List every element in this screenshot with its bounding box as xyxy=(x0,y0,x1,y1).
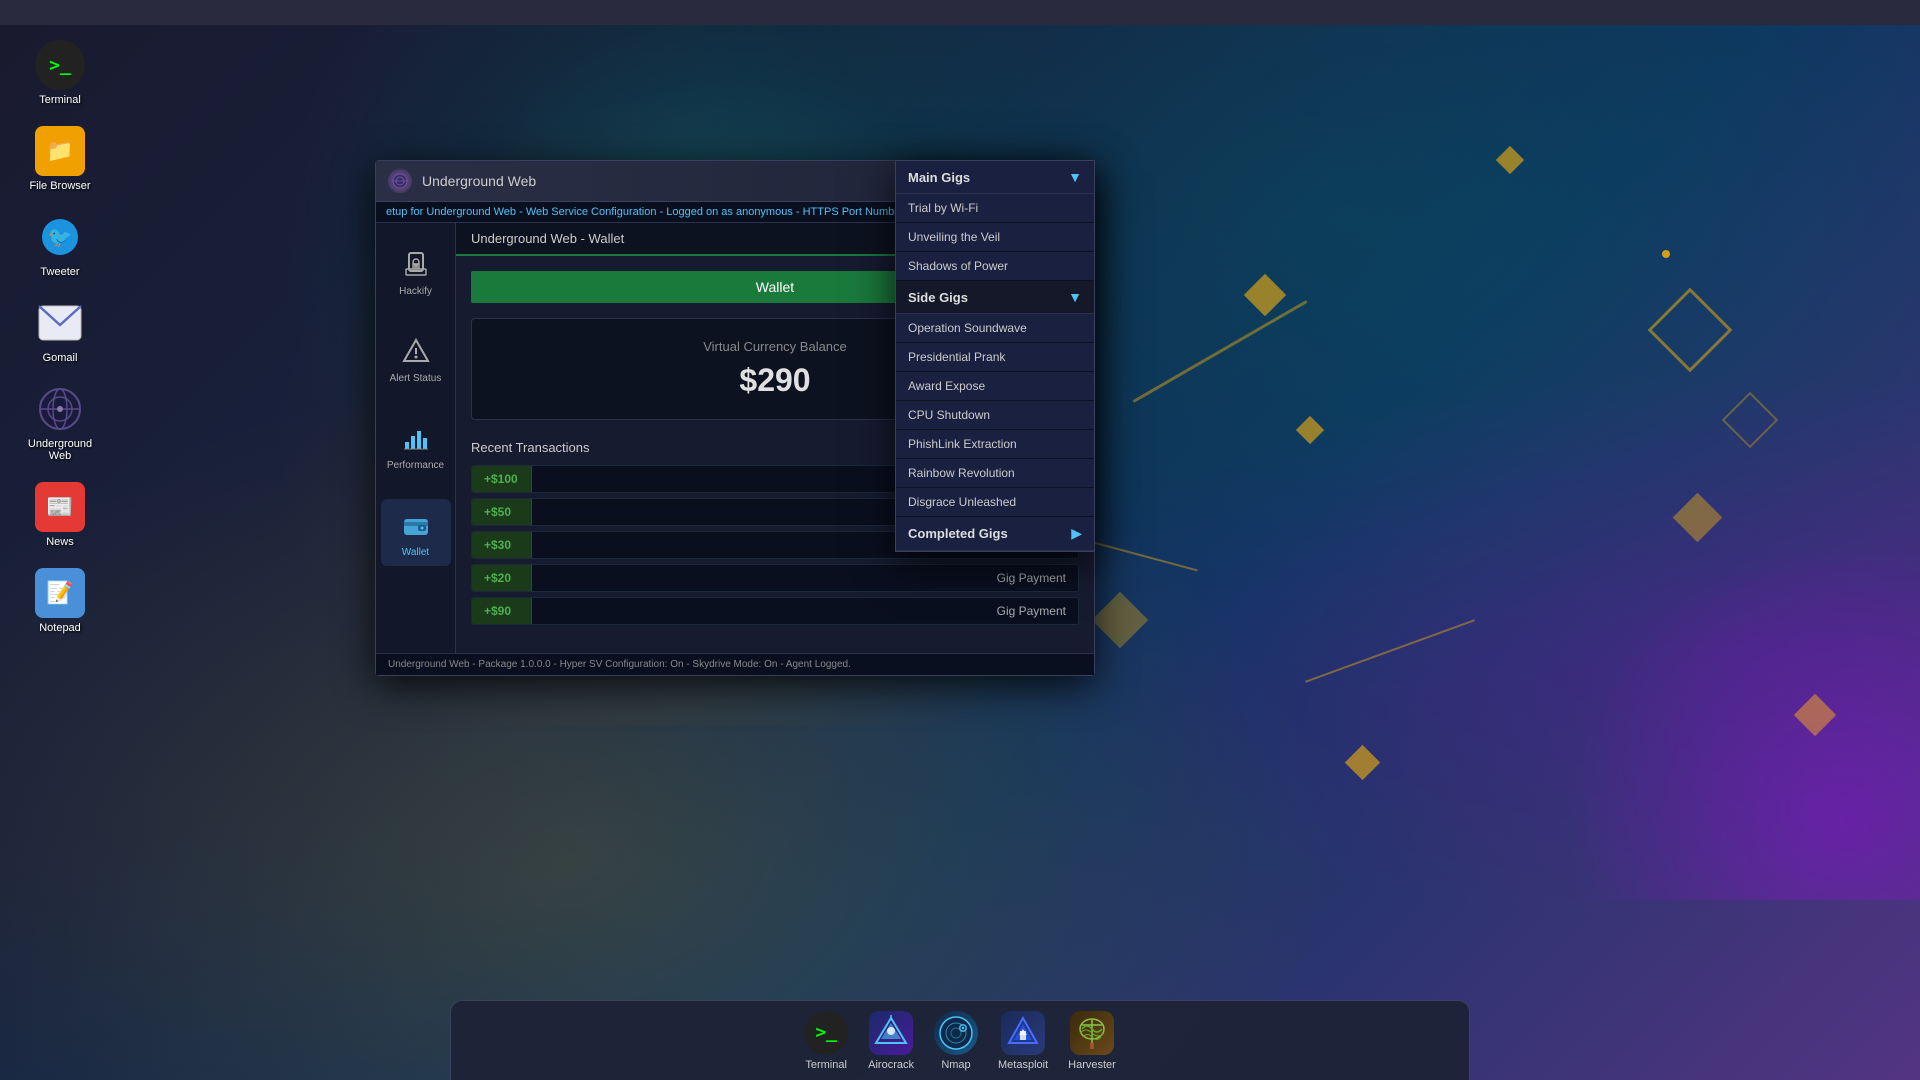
geo-square xyxy=(1722,392,1779,449)
bg-diamond xyxy=(1092,592,1149,649)
wallet-label: Wallet xyxy=(402,547,429,558)
wallet-icon xyxy=(398,507,434,543)
gig-cpu-shutdown[interactable]: CPU Shutdown xyxy=(896,401,1094,430)
bg-diamond xyxy=(1296,416,1324,444)
taskbar-nmap[interactable]: Nmap xyxy=(934,1011,978,1071)
notepad-label: Notepad xyxy=(39,622,81,634)
sidebar-item-alert[interactable]: Alert Status xyxy=(381,325,451,392)
tx-amount-1: +$100 xyxy=(472,466,532,492)
tx-amount-5: +$90 xyxy=(472,598,532,624)
taskbar-terminal-label: Terminal xyxy=(805,1059,847,1071)
desktop-icon-filebrowser[interactable]: 📁 File Browser xyxy=(20,126,100,192)
side-gigs-title: Side Gigs xyxy=(908,290,968,305)
main-gigs-arrow: ▼ xyxy=(1068,169,1082,185)
bg-diamond xyxy=(1345,745,1380,780)
notepad-icon: 📝 xyxy=(35,568,85,618)
completed-gigs-arrow: ▶ xyxy=(1071,525,1082,542)
purple-glow xyxy=(1520,500,1920,900)
main-gigs-header[interactable]: Main Gigs ▼ xyxy=(896,161,1094,194)
gig-shadows-power[interactable]: Shadows of Power xyxy=(896,252,1094,281)
taskbar-nmap-label: Nmap xyxy=(941,1059,970,1071)
main-gigs-title: Main Gigs xyxy=(908,170,970,185)
tx-amount-2: +$50 xyxy=(472,499,532,525)
gomail-icon xyxy=(35,298,85,348)
desktop-icon-news[interactable]: 📰 News xyxy=(20,482,100,548)
gig-presidential-prank[interactable]: Presidential Prank xyxy=(896,343,1094,372)
filebrowser-label: File Browser xyxy=(29,180,90,192)
tx-amount-4: +$20 xyxy=(472,565,532,591)
taskbar-nmap-icon xyxy=(934,1011,978,1055)
alert-label: Alert Status xyxy=(390,373,442,384)
window-app-icon xyxy=(388,169,412,193)
taskbar-harvester-icon xyxy=(1070,1011,1114,1055)
taskbar-top xyxy=(0,0,1920,25)
desktop-icon-terminal[interactable]: >_ Terminal xyxy=(20,40,100,106)
gig-disgrace-unleashed[interactable]: Disgrace Unleashed xyxy=(896,488,1094,517)
tweeter-label: Tweeter xyxy=(40,266,79,278)
taskbar-bottom: >_ Terminal Airocrack Nmap xyxy=(450,1000,1470,1080)
underground-icon xyxy=(35,384,85,434)
taskbar-metasploit-icon xyxy=(1001,1011,1045,1055)
taskbar-airocrack[interactable]: Airocrack xyxy=(868,1011,914,1071)
gig-operation-soundwave[interactable]: Operation Soundwave xyxy=(896,314,1094,343)
news-label: News xyxy=(46,536,74,548)
alert-icon xyxy=(398,333,434,369)
taskbar-airocrack-icon xyxy=(869,1011,913,1055)
gig-rainbow-revolution[interactable]: Rainbow Revolution xyxy=(896,459,1094,488)
taskbar-terminal[interactable]: >_ Terminal xyxy=(804,1011,848,1071)
taskbar-harvester[interactable]: Harvester xyxy=(1068,1011,1116,1071)
filebrowser-icon: 📁 xyxy=(35,126,85,176)
underground-label: Underground Web xyxy=(20,438,100,462)
terminal-label: Terminal xyxy=(39,94,81,106)
side-gigs-arrow: ▼ xyxy=(1068,289,1082,305)
window-sidebar: Hackify Alert Status xyxy=(376,223,456,653)
tx-desc-4: Gig Payment xyxy=(532,565,1078,591)
desktop-icon-notepad[interactable]: 📝 Notepad xyxy=(20,568,100,634)
completed-gigs-title: Completed Gigs xyxy=(908,526,1008,541)
transaction-row-4: +$20 Gig Payment xyxy=(471,564,1079,592)
window-title-text: Underground Web xyxy=(422,173,536,189)
taskbar-metasploit-label: Metasploit xyxy=(998,1059,1048,1071)
gig-phishlink-extraction[interactable]: PhishLink Extraction xyxy=(896,430,1094,459)
bg-diamond xyxy=(1244,274,1286,316)
transaction-row-5: +$90 Gig Payment xyxy=(471,597,1079,625)
window-statusbar: Underground Web - Package 1.0.0.0 - Hype… xyxy=(376,653,1094,675)
taskbar-metasploit[interactable]: Metasploit xyxy=(998,1011,1048,1071)
bg-diamond xyxy=(1794,694,1836,736)
performance-label: Performance xyxy=(387,460,444,471)
side-gigs-header[interactable]: Side Gigs ▼ xyxy=(896,281,1094,314)
sidebar-item-performance[interactable]: Performance xyxy=(381,412,451,479)
desktop-icon-tweeter[interactable]: 🐦 Tweeter xyxy=(20,212,100,278)
sidebar-item-wallet[interactable]: Wallet xyxy=(381,499,451,566)
geo-dot xyxy=(1662,250,1670,258)
geo-square xyxy=(1648,288,1733,373)
performance-icon xyxy=(398,420,434,456)
tweeter-icon: 🐦 xyxy=(35,212,85,262)
bg-line xyxy=(1305,619,1475,682)
gig-unveiling-veil[interactable]: Unveiling the Veil xyxy=(896,223,1094,252)
gig-award-expose[interactable]: Award Expose xyxy=(896,372,1094,401)
svg-text:🐦: 🐦 xyxy=(48,227,73,249)
terminal-icon: >_ xyxy=(35,40,85,90)
gomail-label: Gomail xyxy=(43,352,78,364)
window-title-left: Underground Web xyxy=(388,169,536,193)
bg-diamond xyxy=(1673,493,1722,542)
desktop-icon-gomail[interactable]: Gomail xyxy=(20,298,100,364)
desktop-icon-undergroundweb[interactable]: Underground Web xyxy=(20,384,100,462)
tx-desc-5: Gig Payment xyxy=(532,598,1078,624)
sidebar-item-hackify[interactable]: Hackify xyxy=(381,238,451,305)
tx-amount-3: +$30 xyxy=(472,532,532,558)
bg-diamond xyxy=(1496,146,1524,174)
bg-line xyxy=(1133,300,1308,403)
gig-trial-wifi[interactable]: Trial by Wi-Fi xyxy=(896,194,1094,223)
taskbar-harvester-label: Harvester xyxy=(1068,1059,1116,1071)
hackify-label: Hackify xyxy=(399,286,432,297)
hackify-icon xyxy=(398,246,434,282)
gigs-panel: Main Gigs ▼ Trial by Wi-Fi Unveiling the… xyxy=(895,160,1095,552)
desktop-icons-container: >_ Terminal 📁 File Browser 🐦 Tweeter Gom… xyxy=(20,40,100,634)
completed-gigs-header[interactable]: Completed Gigs ▶ xyxy=(896,517,1094,551)
taskbar-airocrack-label: Airocrack xyxy=(868,1059,914,1071)
news-icon: 📰 xyxy=(35,482,85,532)
taskbar-terminal-icon: >_ xyxy=(804,1011,848,1055)
